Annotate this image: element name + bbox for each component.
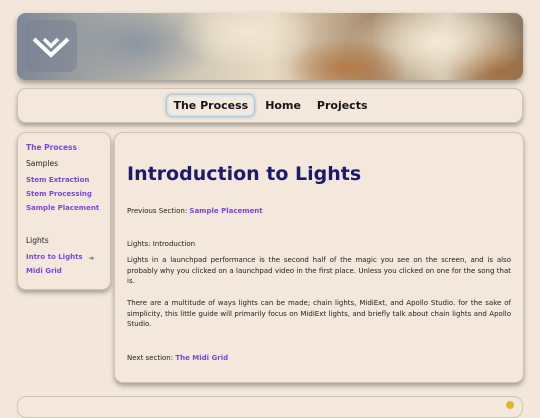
next-section-link[interactable]: The Midi Grid <box>175 354 228 362</box>
nav-the-process[interactable]: The Process <box>166 94 256 117</box>
previous-section-label: Previous Section: <box>127 207 188 215</box>
site-logo[interactable] <box>25 20 77 72</box>
methods-paragraph: There are a multitude of ways lights can… <box>127 299 511 328</box>
previous-section-line: Previous Section: Sample Placement <box>127 206 511 217</box>
sidebar-link-stem-extraction[interactable]: Stem Extraction <box>26 176 89 184</box>
footer-badge-icon <box>506 401 514 409</box>
sidebar: The Process Samples Stem Extraction Stem… <box>17 132 111 290</box>
previous-section-link[interactable]: Sample Placement <box>189 207 262 215</box>
sidebar-link-midi-grid[interactable]: Midi Grid <box>26 267 62 275</box>
page-title: Introduction to Lights <box>127 163 362 185</box>
sidebar-link-intro-to-lights[interactable]: Intro to Lights <box>26 253 83 261</box>
next-section-line: Next section: The Midi Grid <box>127 353 511 364</box>
footer <box>17 396 523 418</box>
next-section-label: Next section: <box>127 354 174 362</box>
current-page-indicator-icon: ◄ <box>88 254 94 262</box>
sidebar-link-sample-placement[interactable]: Sample Placement <box>26 204 99 212</box>
sidebar-heading-samples: Samples <box>26 159 59 168</box>
nav-home[interactable]: Home <box>259 95 307 116</box>
logo-icon <box>32 37 70 58</box>
nav-projects[interactable]: Projects <box>311 95 374 116</box>
sidebar-link-stem-processing[interactable]: Stem Processing <box>26 190 92 198</box>
sidebar-heading-lights: Lights <box>26 236 49 245</box>
intro-paragraph: Lights in a launchpad performance is the… <box>127 256 511 285</box>
section-subheading: Lights: Introduction <box>127 240 196 248</box>
main-content: Introduction to Lights Previous Section:… <box>114 132 524 383</box>
top-navigation: The Process Home Projects <box>17 88 523 123</box>
sidebar-link-the-process[interactable]: The Process <box>26 143 77 152</box>
header-banner <box>17 13 523 80</box>
